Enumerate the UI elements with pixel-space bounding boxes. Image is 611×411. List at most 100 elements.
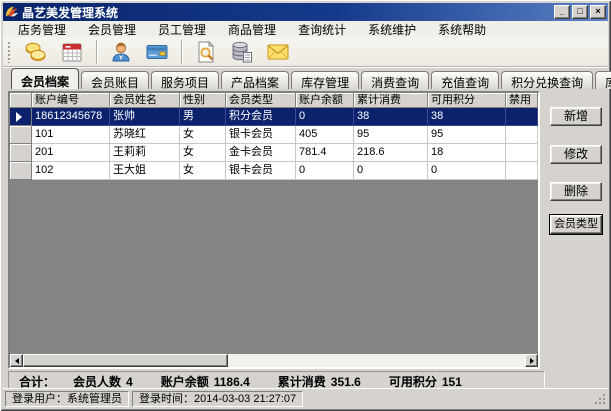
cell-disabled[interactable]	[506, 162, 538, 180]
toolbar-gripper[interactable]	[7, 40, 11, 63]
scroll-right-button[interactable]	[525, 354, 538, 367]
scrollbar-track[interactable]	[228, 354, 525, 367]
main-area: 账户编号 会员姓名 性别 会员类型 账户余额 累计消费 可用积分 禁用 1861…	[3, 89, 608, 369]
tab-inventory[interactable]: 库存管理	[291, 71, 360, 90]
cell-gender[interactable]: 女	[180, 162, 226, 180]
grid-header-row: 账户编号 会员姓名 性别 会员类型 账户余额 累计消费 可用积分 禁用	[10, 93, 538, 108]
current-row-arrow-icon	[16, 112, 22, 122]
cell-account[interactable]: 102	[32, 162, 110, 180]
column-header-consumption[interactable]: 累计消费	[354, 93, 428, 108]
row-header-cell[interactable]	[10, 108, 32, 126]
cell-gender[interactable]: 女	[180, 144, 226, 162]
coins-toolbar-button[interactable]	[21, 39, 51, 65]
column-header-account[interactable]: 账户编号	[32, 93, 110, 108]
cell-consumption[interactable]: 0	[354, 162, 428, 180]
menu-member[interactable]: 会员管理	[77, 20, 147, 39]
summary-label: 账户余额	[160, 374, 209, 389]
cell-disabled[interactable]	[506, 108, 538, 126]
tab-stock-inout-query[interactable]: 库存进出查询	[595, 71, 611, 90]
resize-grip-icon[interactable]	[593, 392, 606, 405]
mail-toolbar-button[interactable]	[263, 39, 293, 65]
column-header-name[interactable]: 会员姓名	[110, 93, 180, 108]
cell-balance[interactable]: 405	[296, 126, 354, 144]
row-header-cell[interactable]	[10, 144, 32, 162]
cell-name[interactable]: 张帅	[110, 108, 180, 126]
tab-points-exchange-query[interactable]: 积分兑换查询	[501, 71, 594, 90]
summary-value: 1186.4	[213, 374, 250, 389]
cell-gender[interactable]: 男	[180, 108, 226, 126]
column-header-points[interactable]: 可用积分	[428, 93, 506, 108]
summary-label: 会员人数	[73, 374, 122, 389]
menu-staff[interactable]: 员工管理	[147, 20, 217, 39]
row-header-cell[interactable]	[10, 126, 32, 144]
cell-balance[interactable]: 0	[296, 162, 354, 180]
cell-disabled[interactable]	[506, 144, 538, 162]
tab-recharge-query[interactable]: 充值查询	[431, 71, 500, 90]
tab-service-items[interactable]: 服务项目	[151, 71, 220, 90]
row-header-cell[interactable]	[10, 162, 32, 180]
cell-type[interactable]: 金卡会员	[226, 144, 296, 162]
column-header-balance[interactable]: 账户余额	[296, 93, 354, 108]
cell-type[interactable]: 银卡会员	[226, 126, 296, 144]
column-header-gender[interactable]: 性别	[180, 93, 226, 108]
summary-consumption: 累计消费 351.6	[278, 373, 361, 390]
cell-account[interactable]: 18612345678	[32, 108, 110, 126]
cell-account[interactable]: 101	[32, 126, 110, 144]
table-row[interactable]: 201 王莉莉 女 金卡会员 781.4 218.6 18	[10, 144, 538, 162]
calendar-icon	[62, 43, 82, 61]
cell-disabled[interactable]	[506, 126, 538, 144]
cell-gender[interactable]: 女	[180, 126, 226, 144]
close-button[interactable]: ×	[590, 5, 606, 19]
scroll-left-button[interactable]	[10, 354, 23, 367]
status-bar: 登录用户：系统管理员 登录时间：2014-03-03 21:27:07	[3, 388, 608, 408]
coins-icon	[25, 42, 46, 61]
menu-help[interactable]: 系统帮助	[427, 20, 497, 39]
column-header-type[interactable]: 会员类型	[226, 93, 296, 108]
column-header-disabled[interactable]: 禁用	[506, 93, 538, 108]
cell-balance[interactable]: 781.4	[296, 144, 354, 162]
cell-type[interactable]: 积分会员	[226, 108, 296, 126]
member-toolbar-button[interactable]	[106, 39, 136, 65]
cell-balance[interactable]: 0	[296, 108, 354, 126]
member-type-button[interactable]: 会员类型	[549, 214, 603, 235]
cell-type[interactable]: 银卡会员	[226, 162, 296, 180]
maximize-button[interactable]: □	[572, 5, 588, 19]
card-icon	[146, 44, 168, 59]
menu-store[interactable]: 店务管理	[7, 20, 77, 39]
cell-name[interactable]: 王莉莉	[110, 144, 180, 162]
cell-points[interactable]: 18	[428, 144, 506, 162]
menu-product[interactable]: 商品管理	[217, 20, 287, 39]
menu-system[interactable]: 系统维护	[357, 20, 427, 39]
tab-member-accounts[interactable]: 会员账目	[81, 71, 150, 90]
tab-product-archive[interactable]: 产品档案	[221, 71, 290, 90]
cell-points[interactable]: 95	[428, 126, 506, 144]
table-row[interactable]: 101 苏晓红 女 银卡会员 405 95 95	[10, 126, 538, 144]
cell-consumption[interactable]: 38	[354, 108, 428, 126]
cell-points[interactable]: 38	[428, 108, 506, 126]
calendar-toolbar-button[interactable]	[57, 39, 87, 65]
summary-balance: 账户余额 1186.4	[161, 373, 250, 390]
menu-bar: 店务管理 会员管理 员工管理 商品管理 查询统计 系统维护 系统帮助	[3, 21, 608, 37]
query-document-icon	[198, 40, 215, 62]
menu-query[interactable]: 查询统计	[287, 20, 357, 39]
table-row[interactable]: 18612345678 张帅 男 积分会员 0 38 38	[10, 108, 538, 126]
card-toolbar-button[interactable]	[142, 39, 172, 65]
scrollbar-thumb[interactable]	[23, 354, 228, 367]
cell-account[interactable]: 201	[32, 144, 110, 162]
add-button[interactable]: 新增	[550, 107, 602, 126]
edit-button[interactable]: 修改	[550, 145, 602, 164]
query-toolbar-button[interactable]	[191, 39, 221, 65]
database-toolbar-button[interactable]	[227, 39, 257, 65]
cell-name[interactable]: 苏晓红	[110, 126, 180, 144]
horizontal-scrollbar[interactable]	[10, 354, 538, 367]
cell-consumption[interactable]: 218.6	[354, 144, 428, 162]
cell-name[interactable]: 王大姐	[110, 162, 180, 180]
cell-points[interactable]: 0	[428, 162, 506, 180]
cell-consumption[interactable]: 95	[354, 126, 428, 144]
delete-button[interactable]: 删除	[550, 182, 602, 201]
tab-consumption-query[interactable]: 消费查询	[361, 71, 430, 90]
minimize-button[interactable]: _	[554, 5, 570, 19]
tab-member-archive[interactable]: 会员档案	[11, 68, 80, 89]
table-row[interactable]: 102 王大姐 女 银卡会员 0 0 0	[10, 162, 538, 180]
triangle-right-icon	[529, 357, 534, 364]
